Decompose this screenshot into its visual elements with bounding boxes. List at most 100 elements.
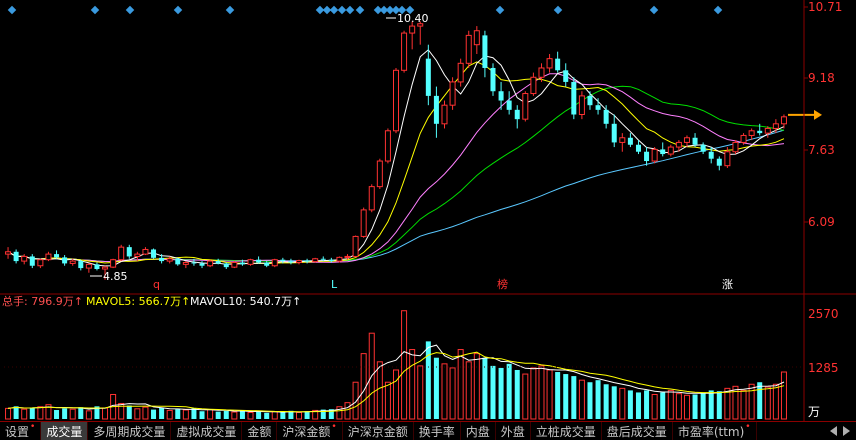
volume-bar-down <box>498 367 504 419</box>
candle-body-down <box>611 123 617 143</box>
event-marker-l[interactable]: L <box>331 278 338 291</box>
volume-bar-up <box>619 387 626 420</box>
volume-bar-up <box>21 408 28 420</box>
candle[interactable] <box>231 261 238 269</box>
volume-bar-down <box>627 390 633 419</box>
candle-body-up <box>724 151 731 167</box>
volume-bar-up <box>651 393 658 420</box>
tab-after-hours-volume[interactable]: 盘后成交量 <box>602 422 673 440</box>
low-annotation: 4.85 <box>103 270 128 283</box>
candle-body-up <box>312 258 319 263</box>
candle[interactable] <box>465 30 472 68</box>
tab-volume[interactable]: 成交量 <box>41 422 89 440</box>
candle-body-up <box>376 160 383 188</box>
candle-body-down <box>506 100 512 110</box>
volume-bar-down <box>635 392 641 419</box>
candle-body-down <box>288 261 294 263</box>
tab-virtual-volume[interactable]: 虚拟成交量 <box>171 422 243 440</box>
candle-body-down <box>62 257 68 264</box>
candle[interactable] <box>207 259 214 268</box>
candle[interactable] <box>651 147 658 164</box>
candle-body-down <box>587 95 593 106</box>
volume-bar-down <box>175 409 181 419</box>
volume-bar-up <box>538 365 545 420</box>
candle[interactable] <box>110 258 117 269</box>
candle[interactable] <box>376 158 383 189</box>
tab-settings[interactable]: 设置 • <box>0 422 42 440</box>
candle-body-up <box>449 81 456 106</box>
scroll-right-icon[interactable] <box>843 426 850 436</box>
tab-inner-volume[interactable]: 内盘 <box>461 422 496 440</box>
volume-bar-down <box>264 412 270 419</box>
candle-body-up <box>231 261 238 268</box>
candle[interactable] <box>271 258 278 268</box>
tab-pe-ttm[interactable]: 市盈率(ttm) • <box>673 422 757 440</box>
volume-bar-down <box>660 392 666 419</box>
candle[interactable] <box>384 128 391 164</box>
candle[interactable] <box>312 257 319 263</box>
volume-total-label: 总手: 796.9万↑ <box>2 294 83 308</box>
scroll-left-icon[interactable] <box>830 426 837 436</box>
tab-outer-volume[interactable]: 外盘 <box>496 422 531 440</box>
candle-body-down <box>708 151 714 159</box>
candle-body-down <box>627 137 633 145</box>
tab-multi-period-volume[interactable]: 多周期成交量 <box>88 422 172 440</box>
price-label-4: 6.09 <box>808 215 835 229</box>
candle-body-up <box>296 260 303 263</box>
candle-body-up <box>134 253 141 257</box>
candle[interactable] <box>368 184 375 213</box>
tab-dot-icon: • <box>30 422 36 432</box>
event-marker-q[interactable]: q <box>153 278 160 291</box>
candle-body-up <box>667 146 674 155</box>
candle[interactable] <box>151 248 157 259</box>
candle-body-up <box>409 25 416 34</box>
candle[interactable] <box>578 91 585 120</box>
candle[interactable] <box>522 91 529 122</box>
candle[interactable] <box>118 244 125 262</box>
tab-sh-sz-bj-amount[interactable]: 沪深京金额 <box>343 422 414 440</box>
volume-bar-down <box>506 363 512 419</box>
candle-body-up <box>182 261 189 265</box>
tab-pile-volume[interactable]: 立桩成交量 <box>531 422 602 440</box>
volume-bar-up <box>780 371 787 420</box>
candle-body-down <box>199 263 205 266</box>
candle-body-down <box>29 256 35 266</box>
volume-label-mid: 1285 <box>808 361 839 375</box>
tab-amount[interactable]: 金额 <box>242 422 278 440</box>
event-marker-bang[interactable]: 榜 <box>497 277 508 291</box>
candle[interactable] <box>441 100 448 129</box>
tab-shanghai-shenzhen-amount[interactable]: 沪深金额 • <box>277 422 343 440</box>
candle[interactable] <box>490 63 496 96</box>
volume-bar-up <box>401 310 408 420</box>
candle[interactable] <box>247 258 254 266</box>
candle[interactable] <box>352 235 359 258</box>
candle[interactable] <box>360 207 367 238</box>
volume-bar-up <box>247 411 254 420</box>
candle-body-down <box>78 261 84 269</box>
candle[interactable] <box>392 67 400 134</box>
volume-bar-up <box>675 393 682 420</box>
volume-bar-down <box>151 409 157 419</box>
volume-bar-up <box>740 389 747 420</box>
volume-bar-up <box>409 349 416 420</box>
candle[interactable] <box>401 30 408 73</box>
candle-body-up <box>207 260 214 267</box>
tab-turnover-rate[interactable]: 换手率 <box>414 422 461 440</box>
candle[interactable] <box>571 77 577 120</box>
candle[interactable] <box>336 256 343 263</box>
kline-chart[interactable]: 10.71 9.18 7.63 6.09 2570 1285 万 10.40 4… <box>0 0 856 421</box>
candle[interactable] <box>732 140 739 155</box>
volume-ma10-label: MAVOL10: 540.7万↑ <box>190 295 301 308</box>
candle-body-up <box>45 253 52 261</box>
candle-body-up <box>522 93 529 120</box>
candle-body-down <box>256 259 262 263</box>
candle-body-up <box>21 255 28 262</box>
candle-body-down <box>563 70 569 82</box>
candle[interactable] <box>457 58 464 87</box>
candle-body-down <box>328 259 334 262</box>
candle-body-down <box>425 58 431 96</box>
candle-body-down <box>595 105 601 110</box>
candle[interactable] <box>449 77 456 110</box>
candle-body-up <box>401 32 408 71</box>
event-marker-zhang[interactable]: 涨 <box>722 278 733 291</box>
